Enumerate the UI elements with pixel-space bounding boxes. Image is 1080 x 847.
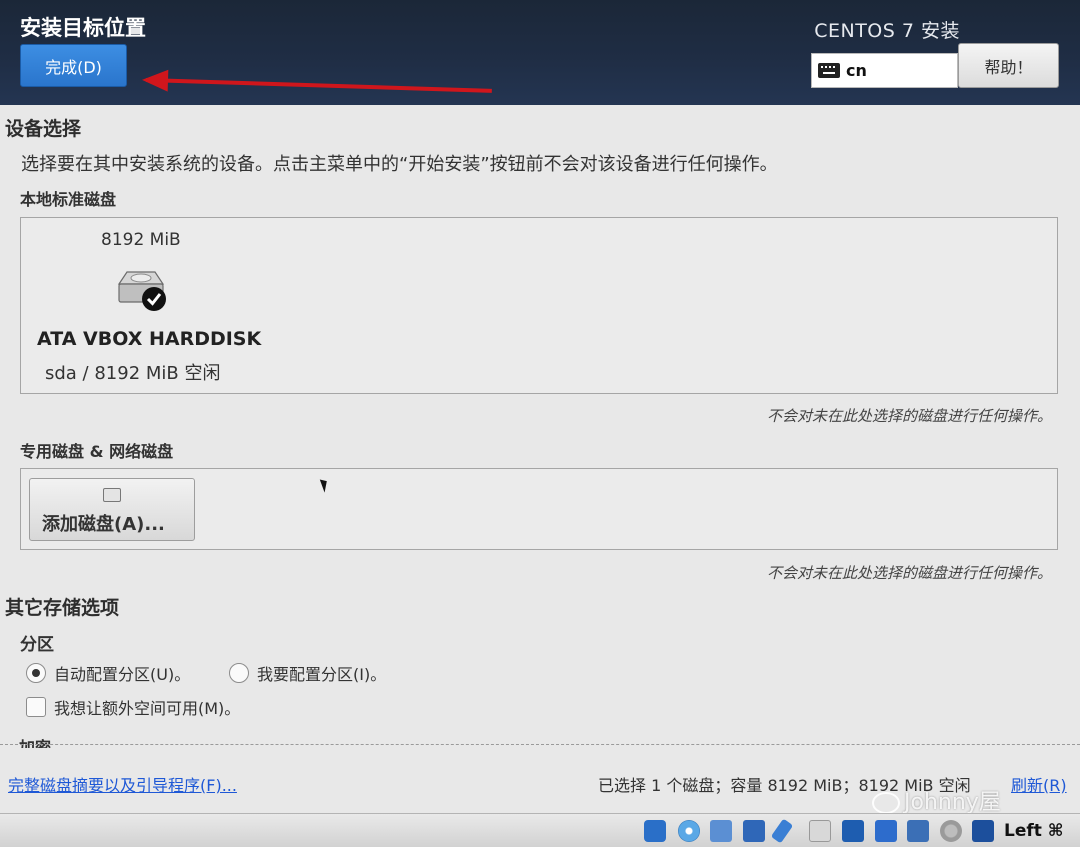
shared-folder-icon[interactable] <box>809 820 831 842</box>
scroll-divider <box>0 744 1080 750</box>
auto-partition-option[interactable]: 自动配置分区(U)。 <box>26 661 190 685</box>
manual-partition-radio[interactable] <box>229 663 249 683</box>
hard-disk-selected-icon <box>117 271 166 311</box>
local-disks-note: 不会对未在此处选择的磁盘进行任何操作。 <box>766 407 1052 425</box>
video-capture-icon[interactable] <box>907 820 929 842</box>
watermark-text: Johnny屋 <box>904 790 1001 815</box>
keyboard-icon <box>818 63 840 78</box>
disk-size: 8192 MiB <box>101 230 181 250</box>
optical-disk-icon[interactable] <box>678 820 700 842</box>
auto-partition-label: 自动配置分区(U)。 <box>54 665 191 684</box>
other-storage-heading: 其它存储选项 <box>5 597 120 619</box>
extra-space-option[interactable]: 我想让额外空间可用(M)。 <box>26 695 240 719</box>
add-disk-button[interactable]: 添加磁盘(A)... <box>29 478 195 541</box>
extra-space-label: 我想让额外空间可用(M)。 <box>54 699 241 718</box>
add-disk-label: 添加磁盘(A)... <box>42 514 165 535</box>
cpu-icon[interactable] <box>940 820 962 842</box>
device-selection-heading: 设备选择 <box>5 118 82 140</box>
vm-status-bar: Left ⌘ <box>0 813 1080 847</box>
auto-partition-radio[interactable] <box>26 663 46 683</box>
local-disks-label: 本地标准磁盘 <box>20 190 117 209</box>
usb-icon[interactable] <box>770 818 794 844</box>
extra-space-checkbox[interactable] <box>26 697 46 717</box>
done-button[interactable]: 完成(D) <box>20 44 127 87</box>
special-disks-label: 专用磁盘 & 网络磁盘 <box>20 442 174 461</box>
hard-disk-icon[interactable] <box>644 820 666 842</box>
disk-name: ATA VBOX HARDDISK <box>37 328 262 350</box>
partition-label: 分区 <box>20 635 54 655</box>
display-icon[interactable] <box>842 820 864 842</box>
audio-icon[interactable] <box>710 820 732 842</box>
disk-detail: sda / 8192 MiB 空闲 <box>45 363 221 384</box>
network-icon[interactable] <box>743 820 765 842</box>
special-disks-note: 不会对未在此处选择的磁盘进行任何操作。 <box>766 564 1052 582</box>
disk-summary-link[interactable]: 完整磁盘摘要以及引导程序(F)... <box>8 772 237 796</box>
keyboard-capture-icon[interactable] <box>972 820 994 842</box>
screen-capture-icon[interactable] <box>875 820 897 842</box>
page-title: 安装目标位置 <box>20 16 146 40</box>
device-selection-description: 选择要在其中安装系统的设备。点击主菜单中的“开始安装”按钮前不会对该设备进行任何… <box>21 154 778 175</box>
product-title: CENTOS 7 安装 <box>814 20 960 42</box>
keyboard-layout-label: cn <box>846 61 867 80</box>
watermark: Johnny屋 <box>872 784 1001 816</box>
refresh-link[interactable]: 刷新(R) <box>1011 772 1067 796</box>
add-disk-icon <box>103 488 121 502</box>
help-button[interactable]: 帮助！ <box>958 43 1059 88</box>
manual-partition-label: 我要配置分区(I)。 <box>257 665 387 684</box>
host-key-label: Left ⌘ <box>1004 821 1064 841</box>
wechat-icon <box>872 792 900 814</box>
keyboard-layout-indicator[interactable]: cn <box>811 53 958 88</box>
manual-partition-option[interactable]: 我要配置分区(I)。 <box>229 661 386 685</box>
